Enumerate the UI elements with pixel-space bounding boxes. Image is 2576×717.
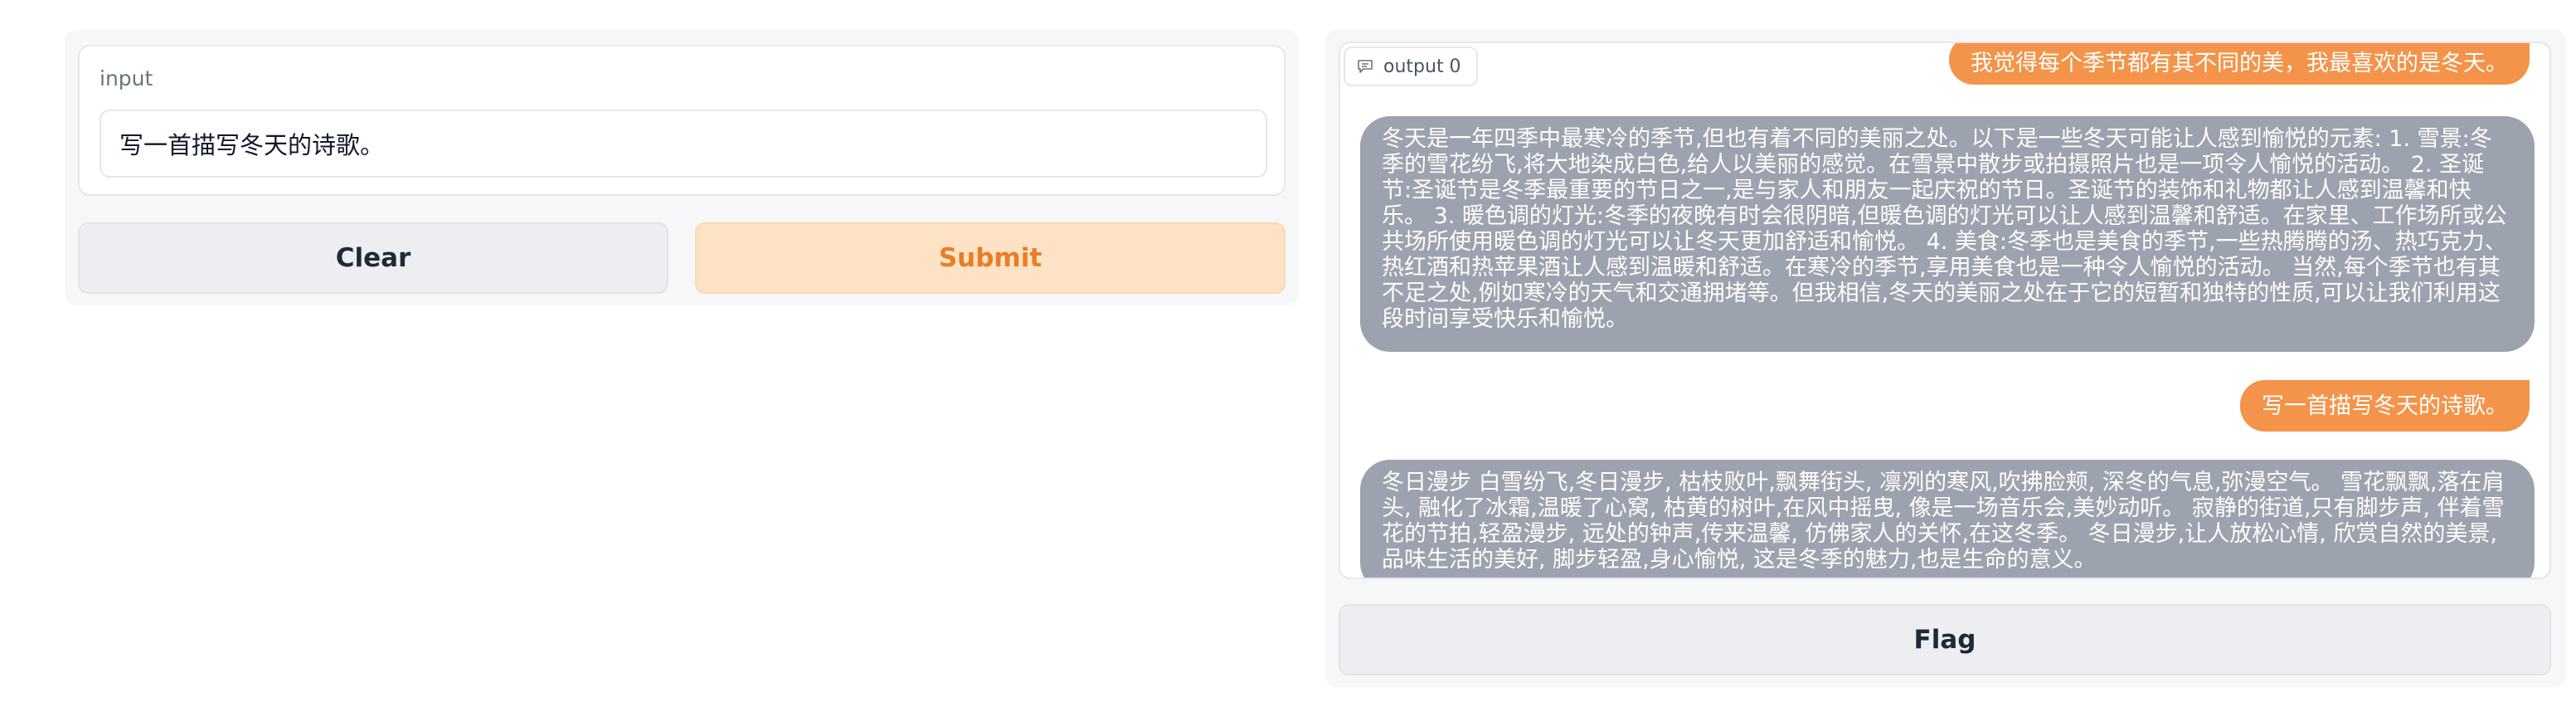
user-message: 写一首描写冬天的诗歌。 [2240,380,2530,432]
input-label: input [100,66,153,90]
bot-message: 冬天是一年四季中最寒冷的季节,但也有着不同的美丽之处。以下是一些冬天可能让人感到… [1360,116,2535,352]
output-chatbot[interactable]: output 0 我觉得每个季节都有其不同的美，我最喜欢的是冬天。 冬天是一年四… [1339,41,2551,579]
clear-button[interactable]: Clear [78,222,668,294]
output-label-text: output 0 [1383,56,1461,77]
input-block: input 写一首描写冬天的诗歌。 [78,45,1286,196]
submit-button[interactable]: Submit [695,222,1286,294]
output-label: output 0 [1344,46,1478,86]
input-textbox[interactable]: 写一首描写冬天的诗歌。 [100,110,1267,178]
user-message: 我觉得每个季节都有其不同的美，我最喜欢的是冬天。 [1949,43,2530,85]
chat-icon [1358,60,1373,73]
flag-button[interactable]: Flag [1339,604,2551,676]
bot-message: 冬日漫步 白雪纷飞,冬日漫步, 枯枝败叶,飘舞街头, 凛冽的寒风,吹拂脸颊, 深… [1360,460,2535,578]
